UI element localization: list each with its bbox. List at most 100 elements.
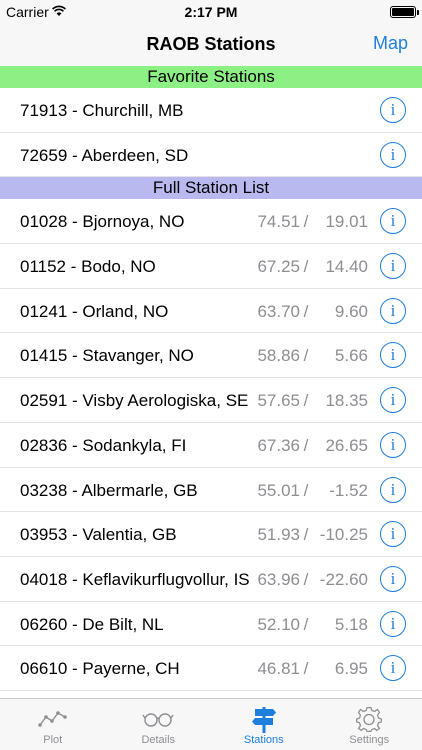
battery-icon xyxy=(390,6,419,18)
tab-details-label: Details xyxy=(141,734,176,746)
coordinate-separator: / xyxy=(303,569,309,589)
station-name: 71913 - Churchill, MB xyxy=(20,101,184,120)
coordinate-separator: / xyxy=(303,391,309,411)
station-latitude: 67.25 xyxy=(257,257,300,277)
station-row[interactable]: 01028 - Bjornoya, NO 74.51/ 19.01 i xyxy=(0,199,422,245)
info-icon[interactable]: i xyxy=(380,208,406,235)
station-longitude: 19.01 xyxy=(325,212,368,232)
station-coordinates: 57.65/ 18.35 xyxy=(240,391,368,411)
station-name: 02836 - Sodankyla, FI xyxy=(20,435,187,455)
info-icon[interactable]: i xyxy=(380,253,406,280)
info-icon[interactable]: i xyxy=(380,476,406,503)
station-name: 03953 - Valentia, GB xyxy=(20,525,177,545)
station-row[interactable]: 71913 - Churchill, MB i xyxy=(0,88,422,133)
station-row[interactable]: 03953 - Valentia, GB 51.93/ -10.25 i xyxy=(0,512,422,557)
station-latitude: 58.86 xyxy=(257,346,300,366)
coordinate-separator: / xyxy=(303,525,309,545)
station-latitude: 46.81 xyxy=(257,659,300,679)
station-latitude: 55.01 xyxy=(257,480,300,500)
coordinate-separator: / xyxy=(303,480,309,500)
station-name: 04018 - Keflavikurflugvollur, IS xyxy=(20,569,250,589)
station-row[interactable]: 02591 - Visby Aerologiska, SE 57.65/ 18.35… xyxy=(0,378,422,423)
info-icon[interactable]: i xyxy=(380,431,406,458)
status-bar: Carrier 2:17 PM xyxy=(0,0,422,24)
station-coordinates: 67.25/ 14.40 xyxy=(240,257,368,277)
info-icon[interactable]: i xyxy=(380,387,406,414)
station-row[interactable]: 01152 - Bodo, NO 67.25/ 14.40 i xyxy=(0,244,422,289)
station-latitude: 52.10 xyxy=(257,614,300,634)
station-row[interactable]: 06260 - De Bilt, NL 52.10/ 5.18 i xyxy=(0,601,422,647)
info-icon[interactable]: i xyxy=(380,565,406,592)
clock: 2:17 PM xyxy=(184,4,238,20)
station-coordinates: 63.96/ -22.60 xyxy=(240,570,368,590)
coordinate-separator: / xyxy=(303,346,309,366)
info-icon[interactable]: i xyxy=(380,521,406,548)
info-icon[interactable]: i xyxy=(380,655,406,682)
coordinate-separator: / xyxy=(303,301,309,321)
signpost-icon xyxy=(251,707,276,733)
info-icon[interactable]: i xyxy=(380,141,406,168)
info-icon[interactable]: i xyxy=(380,97,406,123)
tab-plot-label: Plot xyxy=(43,734,63,746)
coordinate-separator: / xyxy=(303,659,309,679)
station-coordinates: 52.10/ 5.18 xyxy=(240,615,368,635)
tab-stations-label: Stations xyxy=(243,734,284,746)
station-coordinates: 58.86/ 5.66 xyxy=(240,346,368,366)
station-coordinates: 46.81/ 6.95 xyxy=(240,659,368,679)
station-latitude: 63.96 xyxy=(257,569,300,589)
map-button[interactable]: Map xyxy=(373,33,408,54)
full-list-section-header: Full Station List xyxy=(0,177,422,200)
tab-details[interactable]: Details xyxy=(106,699,212,750)
coordinate-separator: / xyxy=(303,257,309,277)
station-latitude: 67.36 xyxy=(257,435,300,455)
station-row[interactable]: 01241 - Orland, NO 63.70/ 9.60 i xyxy=(0,288,422,334)
station-name: 06610 - Payerne, CH xyxy=(20,659,180,679)
station-row[interactable]: 06610 - Payerne, CH 46.81/ 6.95 i xyxy=(0,646,422,691)
station-coordinates: 63.70/ 9.60 xyxy=(240,302,368,322)
station-row[interactable]: 04018 - Keflavikurflugvollur, IS 63.96/ -2… xyxy=(0,556,422,602)
station-name: 01152 - Bodo, NO xyxy=(20,257,156,277)
station-name: 01241 - Orland, NO xyxy=(20,301,169,321)
coordinate-separator: / xyxy=(303,614,309,634)
station-row[interactable]: 01415 - Stavanger, NO 58.86/ 5.66 i xyxy=(0,333,422,379)
tab-bar: Plot Details Stations Settings xyxy=(0,698,422,750)
station-coordinates: 51.93/ -10.25 xyxy=(240,525,368,545)
station-name: 01028 - Bjornoya, NO xyxy=(20,212,185,232)
station-row[interactable]: 02836 - Sodankyla, FI 67.36/ 26.65 i xyxy=(0,422,422,468)
station-row[interactable]: 72659 - Aberdeen, SD i xyxy=(0,132,422,178)
full-station-list: 01028 - Bjornoya, NO 74.51/19.01 i 01152 - … xyxy=(0,199,422,691)
station-longitude: 26.65 xyxy=(325,435,368,455)
info-icon[interactable]: i xyxy=(380,610,406,637)
station-name: 06260 - De Bilt, NL xyxy=(20,614,164,634)
station-longitude: 6.95 xyxy=(334,659,368,679)
station-longitude: -1.52 xyxy=(329,480,368,500)
tab-plot[interactable]: Plot xyxy=(0,699,106,750)
station-latitude: 57.65 xyxy=(257,391,300,411)
navigation-bar: RAOB Stations Map xyxy=(0,24,422,66)
coordinate-separator: / xyxy=(303,212,309,232)
station-latitude: 63.70 xyxy=(257,301,300,321)
station-longitude: 14.40 xyxy=(325,257,368,277)
glasses-icon xyxy=(142,713,174,727)
tab-settings[interactable]: Settings xyxy=(317,699,422,750)
station-latitude: 74.51 xyxy=(257,212,300,232)
tab-settings-label: Settings xyxy=(349,734,390,746)
station-coordinates: 67.36/ 26.65 xyxy=(240,436,368,456)
plot-icon xyxy=(37,711,67,727)
station-list[interactable]: Favorite Stations 71913 - Churchill, MB i… xyxy=(0,66,422,698)
station-longitude: 5.18 xyxy=(334,614,368,634)
station-longitude: 9.60 xyxy=(334,301,368,321)
station-row[interactable]: 03238 - Albermarle, GB 55.01/ -1.52 i xyxy=(0,467,422,513)
info-icon[interactable]: i xyxy=(380,297,406,324)
station-longitude: -10.25 xyxy=(319,525,368,545)
info-icon[interactable]: i xyxy=(380,342,406,369)
tab-stations[interactable]: Stations xyxy=(211,699,317,750)
station-longitude: 5.66 xyxy=(334,346,368,366)
station-latitude: 51.93 xyxy=(257,525,300,545)
coordinate-separator: / xyxy=(303,435,309,455)
station-coordinates: 55.01/ -1.52 xyxy=(240,481,368,501)
station-name: 03238 - Albermarle, GB xyxy=(20,480,198,500)
page-title: RAOB Stations xyxy=(146,34,276,54)
station-coordinates: 74.51/ 19.01 xyxy=(240,212,368,232)
station-longitude: -22.60 xyxy=(319,569,368,589)
